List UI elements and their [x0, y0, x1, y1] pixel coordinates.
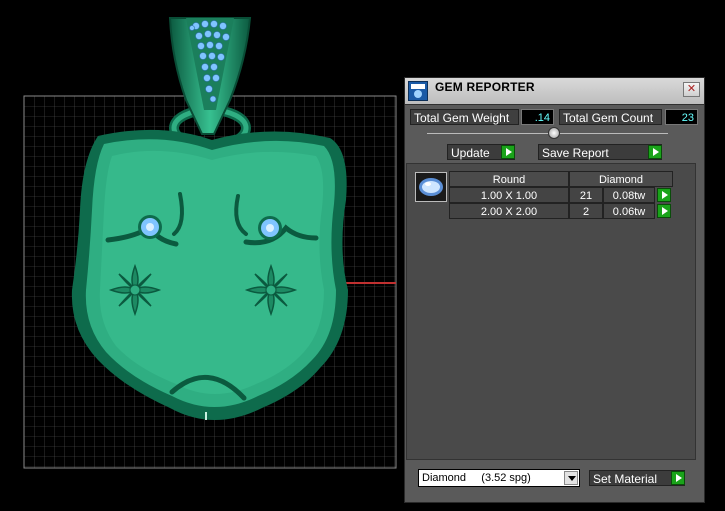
material-select-value: Diamond (3.52 spg)	[422, 472, 531, 484]
play-arrow-icon	[671, 471, 685, 485]
play-arrow-icon	[648, 145, 662, 159]
row-count: 21	[569, 187, 603, 203]
total-gem-weight-value: .14	[521, 109, 554, 125]
save-report-button[interactable]: Save Report	[538, 144, 662, 160]
gem-reporter-app-icon	[408, 81, 428, 101]
panel-title: GEM REPORTER	[435, 80, 535, 94]
update-button-label: Update	[451, 146, 490, 160]
close-button[interactable]: ✕	[683, 82, 700, 97]
row-weight: 0.06tw	[603, 203, 655, 219]
divider-slider-handle[interactable]	[548, 127, 560, 139]
update-button[interactable]: Update	[447, 144, 515, 160]
column-header-material: Diamond	[569, 171, 673, 187]
row-size[interactable]: 1.00 X 1.00	[449, 187, 569, 203]
set-material-button[interactable]: Set Material	[589, 470, 685, 486]
play-arrow-icon[interactable]	[657, 188, 671, 202]
row-size[interactable]: 2.00 X 2.00	[449, 203, 569, 219]
save-report-button-label: Save Report	[542, 146, 609, 160]
title-bar[interactable]: GEM REPORTER ✕	[405, 78, 704, 105]
right-eye-gem	[258, 216, 282, 240]
close-icon: ✕	[686, 83, 697, 95]
material-select[interactable]: Diamond (3.52 spg)	[418, 469, 580, 487]
set-material-button-label: Set Material	[593, 472, 658, 486]
gem-reporter-panel: GEM REPORTER ✕ Total Gem Weight .14 Tota…	[404, 77, 705, 503]
play-arrow-icon	[501, 145, 515, 159]
total-gem-count-value: 23	[665, 109, 698, 125]
left-eye-gem	[138, 215, 162, 239]
row-count: 2	[569, 203, 603, 219]
column-header-shape: Round	[449, 171, 569, 187]
row-weight: 0.08tw	[603, 187, 655, 203]
chevron-down-icon[interactable]	[564, 471, 578, 485]
play-arrow-icon[interactable]	[657, 204, 671, 218]
total-gem-weight-label: Total Gem Weight	[410, 109, 519, 125]
gem-thumbnail-icon[interactable]	[415, 172, 447, 202]
total-gem-count-label: Total Gem Count	[559, 109, 662, 125]
